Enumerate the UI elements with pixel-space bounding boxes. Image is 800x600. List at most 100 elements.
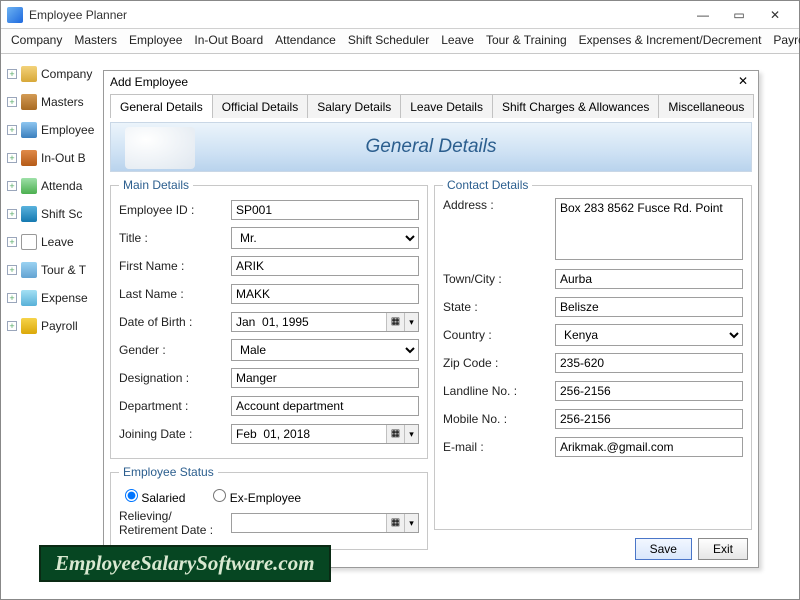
dropdown-icon[interactable]: ▾: [404, 313, 418, 331]
expand-icon[interactable]: +: [7, 69, 17, 79]
tree-tour[interactable]: + Tour & T: [7, 256, 101, 284]
joining-date-field[interactable]: [232, 425, 386, 443]
leave-icon: [21, 234, 37, 250]
last-name-field[interactable]: [231, 284, 419, 304]
menu-shift[interactable]: Shift Scheduler: [348, 33, 429, 47]
tree-shift[interactable]: + Shift Sc: [7, 200, 101, 228]
shift-icon: [21, 206, 37, 222]
label-joining-date: Joining Date :: [119, 427, 231, 441]
close-button[interactable]: ✕: [757, 5, 793, 25]
menu-expenses[interactable]: Expenses & Increment/Decrement: [579, 33, 762, 47]
menu-tour[interactable]: Tour & Training: [486, 33, 567, 47]
label-title: Title :: [119, 231, 231, 245]
expand-icon[interactable]: +: [7, 97, 17, 107]
window-title: Employee Planner: [29, 8, 127, 22]
watermark: EmployeeSalarySoftware.com: [39, 545, 331, 582]
ex-employee-radio[interactable]: Ex-Employee: [213, 489, 301, 505]
expand-icon[interactable]: +: [7, 237, 17, 247]
tab-misc[interactable]: Miscellaneous: [658, 94, 754, 118]
notebook-icon: [125, 127, 195, 169]
contact-details-legend: Contact Details: [443, 178, 532, 192]
inout-icon: [21, 150, 37, 166]
tree-attendance[interactable]: + Attenda: [7, 172, 101, 200]
tab-salary[interactable]: Salary Details: [307, 94, 401, 118]
tree-label: Tour & T: [41, 263, 86, 277]
menu-leave[interactable]: Leave: [441, 33, 474, 47]
expand-icon[interactable]: +: [7, 265, 17, 275]
employee-id-field[interactable]: [231, 200, 419, 220]
designation-field[interactable]: [231, 368, 419, 388]
label-state: State :: [443, 300, 555, 314]
menu-employee[interactable]: Employee: [129, 33, 182, 47]
label-relieving: Relieving/ Retirement Date :: [119, 509, 231, 537]
menubar: Company Masters Employee In-Out Board At…: [1, 29, 799, 54]
sidebar-tree: + Company +Masters +Employee +In-Out B + A…: [7, 60, 101, 340]
save-button[interactable]: Save: [635, 538, 692, 560]
tab-official[interactable]: Official Details: [212, 94, 308, 118]
main-details-group: Main Details Employee ID : Title :Mr. Fi…: [110, 178, 428, 459]
email-field[interactable]: [555, 437, 743, 457]
address-field[interactable]: [555, 198, 743, 260]
calendar-icon[interactable]: ▦: [386, 514, 404, 532]
menu-attendance[interactable]: Attendance: [275, 33, 336, 47]
dialog-close-button[interactable]: ✕: [734, 74, 752, 90]
label-last-name: Last Name :: [119, 287, 231, 301]
tree-masters[interactable]: +Masters: [7, 88, 101, 116]
dropdown-icon[interactable]: ▾: [404, 514, 418, 532]
expense-icon: [21, 290, 37, 306]
tree-inout[interactable]: +In-Out B: [7, 144, 101, 172]
menu-masters[interactable]: Masters: [74, 33, 117, 47]
title-select[interactable]: Mr.: [231, 227, 419, 249]
payroll-icon: [21, 318, 37, 334]
dialog-tabs: General Details Official Details Salary …: [110, 93, 752, 118]
tree-employee[interactable]: +Employee: [7, 116, 101, 144]
tree-label: Company: [41, 67, 92, 81]
tree-label: Leave: [41, 235, 74, 249]
state-field[interactable]: [555, 297, 743, 317]
tree-label: Payroll: [41, 319, 78, 333]
expand-icon[interactable]: +: [7, 209, 17, 219]
maximize-button[interactable]: ▭: [721, 5, 757, 25]
dropdown-icon[interactable]: ▾: [404, 425, 418, 443]
tab-general[interactable]: General Details: [110, 94, 213, 118]
exit-button[interactable]: Exit: [698, 538, 748, 560]
main-details-legend: Main Details: [119, 178, 193, 192]
label-email: E-mail :: [443, 440, 555, 454]
label-zip: Zip Code :: [443, 356, 555, 370]
country-select[interactable]: Kenya: [555, 324, 743, 346]
menu-payroll[interactable]: Payroll: [773, 33, 800, 47]
expand-icon[interactable]: +: [7, 321, 17, 331]
first-name-field[interactable]: [231, 256, 419, 276]
menu-company[interactable]: Company: [11, 33, 62, 47]
mobile-field[interactable]: [555, 409, 743, 429]
minimize-button[interactable]: —: [685, 5, 721, 25]
label-dob: Date of Birth :: [119, 315, 231, 329]
tree-label: Attenda: [41, 179, 82, 193]
expand-icon[interactable]: +: [7, 153, 17, 163]
tree-company[interactable]: + Company: [7, 60, 101, 88]
expand-icon[interactable]: +: [7, 125, 17, 135]
department-field[interactable]: [231, 396, 419, 416]
calendar-icon[interactable]: ▦: [386, 425, 404, 443]
salaried-radio[interactable]: Salaried: [125, 489, 185, 505]
tree-expense[interactable]: +Expense: [7, 284, 101, 312]
relieving-date-field[interactable]: [232, 514, 386, 532]
calendar-icon[interactable]: ▦: [386, 313, 404, 331]
menu-inout[interactable]: In-Out Board: [194, 33, 263, 47]
tab-shift-charges[interactable]: Shift Charges & Allowances: [492, 94, 659, 118]
attendance-icon: [21, 178, 37, 194]
landline-field[interactable]: [555, 381, 743, 401]
tree-label: Shift Sc: [41, 207, 82, 221]
tab-leave[interactable]: Leave Details: [400, 94, 493, 118]
tree-payroll[interactable]: + Payroll: [7, 312, 101, 340]
town-field[interactable]: [555, 269, 743, 289]
dob-field[interactable]: [232, 313, 386, 331]
gender-select[interactable]: Male: [231, 339, 419, 361]
expand-icon[interactable]: +: [7, 181, 17, 191]
tree-leave[interactable]: + Leave: [7, 228, 101, 256]
banner: General Details: [110, 122, 752, 172]
company-icon: [21, 66, 37, 82]
expand-icon[interactable]: +: [7, 293, 17, 303]
zip-field[interactable]: [555, 353, 743, 373]
employee-icon: [21, 122, 37, 138]
